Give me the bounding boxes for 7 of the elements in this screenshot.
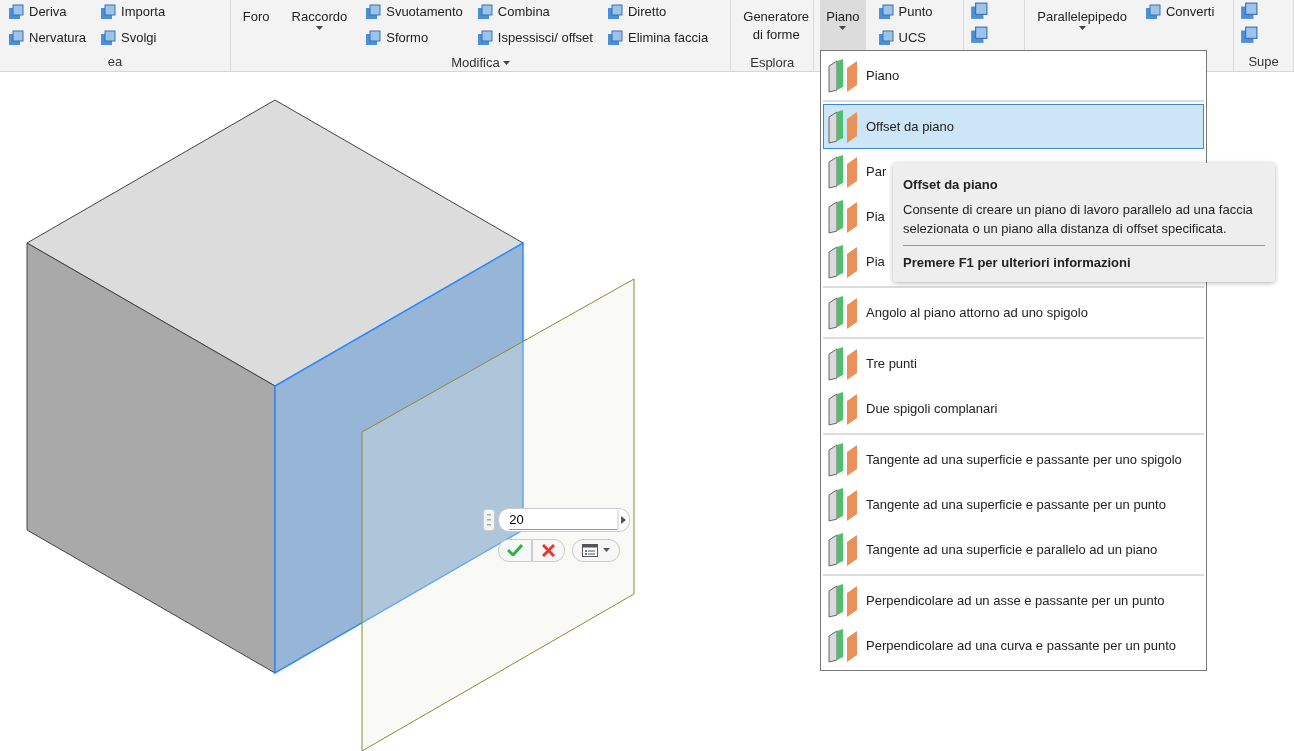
group-label: ea	[107, 53, 123, 72]
group-label: Supe	[1248, 53, 1279, 72]
group-label: Esplora	[750, 54, 795, 73]
tooltip-description: Consente di creare un piano di lavoro parallelo ad una faccia selezionata o un piano alla distanza di offset specificata.	[903, 201, 1254, 238]
tooltip-title: Offset da piano	[903, 176, 999, 194]
tooltip-help: Premere F1 per ulteriori informazioni	[903, 253, 1132, 272]
group-label: Modifica	[451, 54, 500, 73]
